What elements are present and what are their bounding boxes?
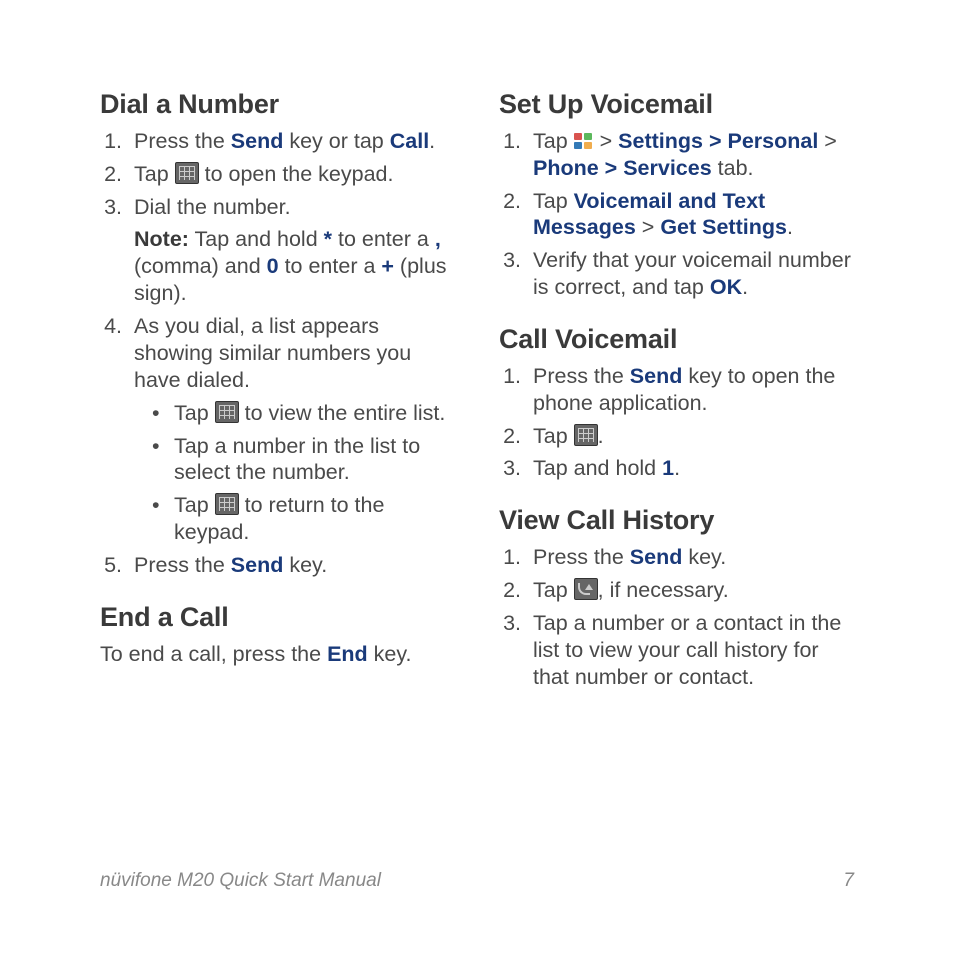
heading-call-voicemail: Call Voicemail (499, 323, 854, 357)
call-history-steps: Press the Send key. Tap , if necessary. … (499, 544, 854, 690)
keypad-grid-icon (175, 162, 199, 184)
list-item: Tap , if necessary. (527, 577, 854, 604)
windows-flag-icon (574, 133, 594, 151)
list-item: Press the Send key or tap Call. (128, 128, 455, 155)
heading-setup-voicemail: Set Up Voicemail (499, 88, 854, 122)
heading-call-history: View Call History (499, 504, 854, 538)
list-item: Press the Send key to open the phone app… (527, 363, 854, 417)
key-end: End (327, 642, 368, 666)
key-send: Send (630, 545, 683, 569)
manual-title: nüvifone M20 Quick Start Manual (100, 870, 381, 892)
key-send: Send (630, 364, 683, 388)
voicemail-setup-steps: Tap > Settings > Personal > Phone > Serv… (499, 128, 854, 301)
heading-dial-number: Dial a Number (100, 88, 455, 122)
list-item: Tap > Settings > Personal > Phone > Serv… (527, 128, 854, 182)
list-item: Tap to return to the keypad. (152, 492, 455, 546)
left-column: Dial a Number Press the Send key or tap … (100, 88, 455, 696)
list-item: Press the Send key. (527, 544, 854, 571)
section-call-voicemail: Call Voicemail Press the Send key to ope… (499, 323, 854, 482)
section-end-call: End a Call To end a call, press the End … (100, 601, 455, 668)
call-voicemail-steps: Press the Send key to open the phone app… (499, 363, 854, 483)
list-item: Tap a number or a contact in the list to… (527, 610, 854, 691)
list-item: Dial the number. Note: Tap and hold * to… (128, 194, 455, 308)
call-history-icon (574, 578, 598, 600)
page-footer: nüvifone M20 Quick Start Manual 7 (100, 870, 854, 892)
right-column: Set Up Voicemail Tap > Settings > Person… (499, 88, 854, 696)
key-send: Send (231, 553, 284, 577)
list-item: Tap a number in the list to select the n… (152, 433, 455, 487)
section-call-history: View Call History Press the Send key. Ta… (499, 504, 854, 690)
list-item: Tap Voicemail and Text Messages > Get Se… (527, 188, 854, 242)
manual-page: Dial a Number Press the Send key or tap … (0, 0, 954, 696)
section-dial-number: Dial a Number Press the Send key or tap … (100, 88, 455, 579)
section-setup-voicemail: Set Up Voicemail Tap > Settings > Person… (499, 88, 854, 301)
keypad-grid-icon (215, 401, 239, 423)
keypad-grid-icon (574, 424, 598, 446)
list-item: Tap and hold 1. (527, 455, 854, 482)
list-item: Verify that your voicemail number is cor… (527, 247, 854, 301)
heading-end-call: End a Call (100, 601, 455, 635)
sublist: Tap to view the entire list. Tap a numbe… (134, 400, 455, 546)
list-item: Tap to view the entire list. (152, 400, 455, 427)
list-item: Tap . (527, 423, 854, 450)
key-call: Call (390, 129, 429, 153)
list-item: As you dial, a list appears showing simi… (128, 313, 455, 546)
note: Note: Tap and hold * to enter a , (comma… (134, 226, 455, 307)
dial-steps: Press the Send key or tap Call. Tap to o… (100, 128, 455, 579)
keypad-grid-icon (215, 493, 239, 515)
end-call-text: To end a call, press the End key. (100, 641, 455, 668)
page-number: 7 (843, 870, 854, 892)
key-send: Send (231, 129, 284, 153)
list-item: Tap to open the keypad. (128, 161, 455, 188)
list-item: Press the Send key. (128, 552, 455, 579)
